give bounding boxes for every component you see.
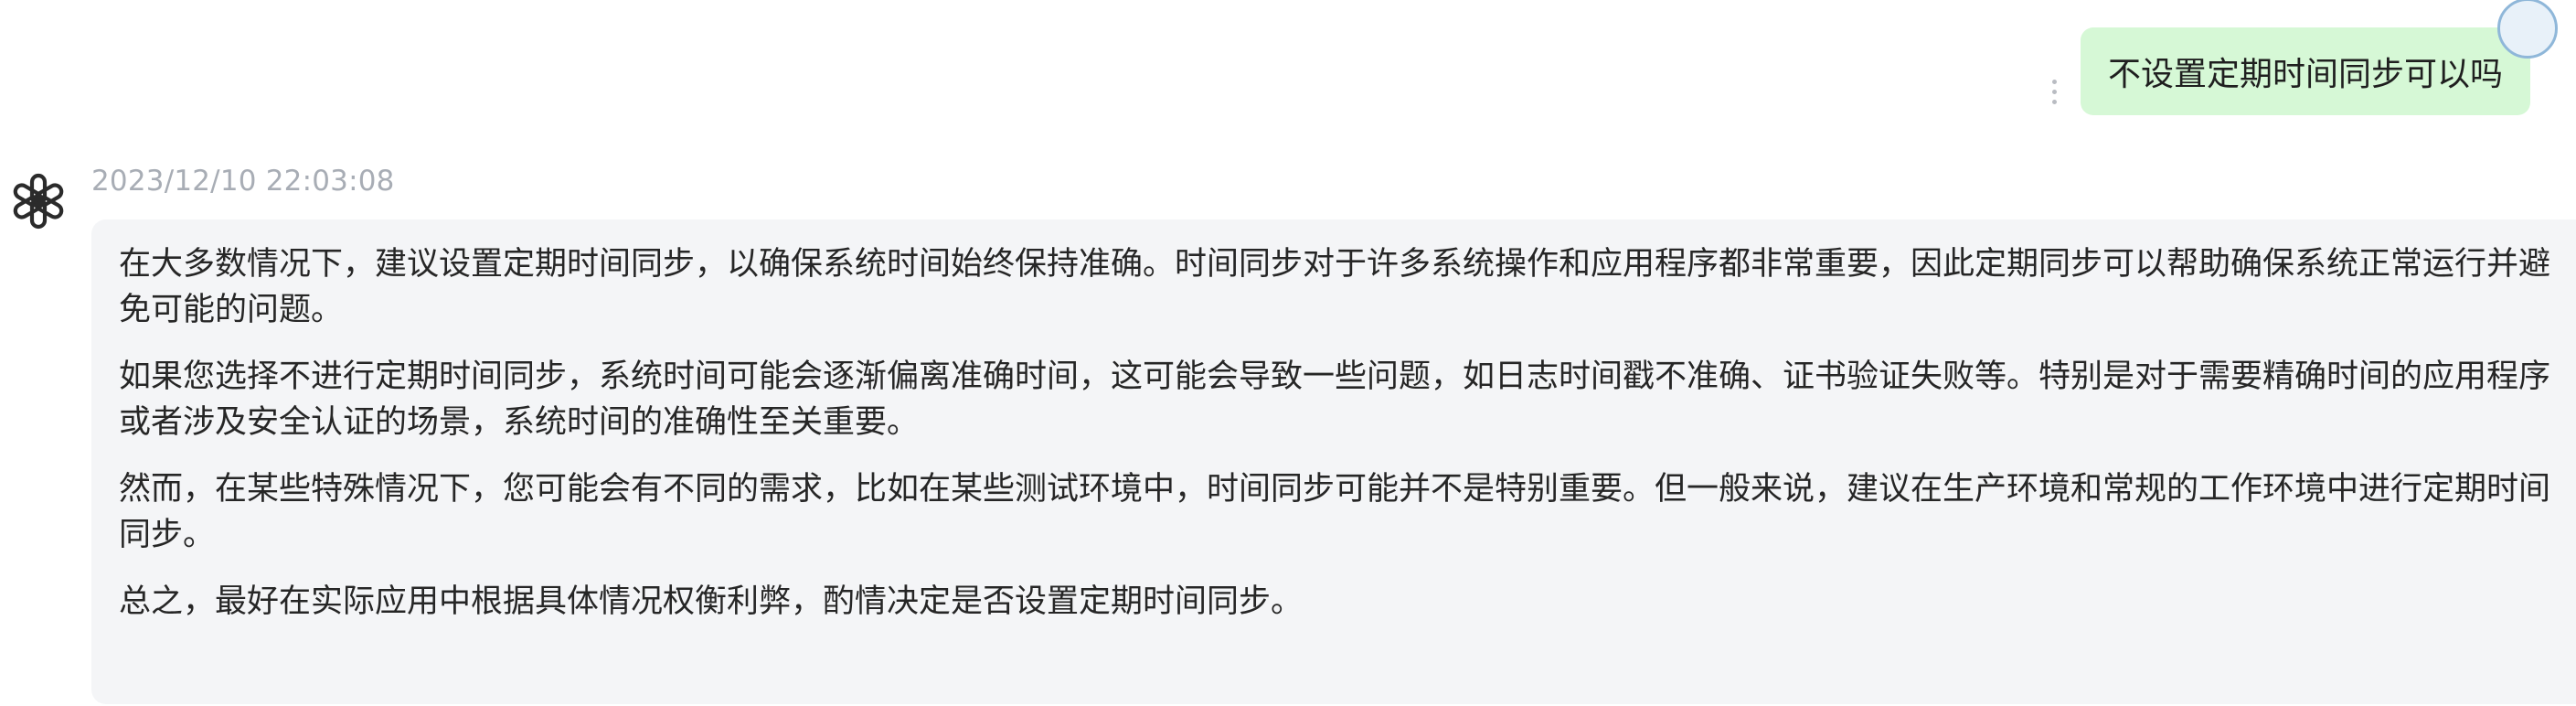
answer-paragraph: 然而，在某些特殊情况下，您可能会有不同的需求，比如在某些测试环境中，时间同步可能…: [119, 471, 2551, 553]
message-more-button[interactable]: [2037, 64, 2073, 119]
message-timestamp: 2023/12/10 22:03:08: [91, 165, 395, 198]
chat-view: 不设置定期时间同步可以吗 2023/12/10 22:03:08 在大多数情况下…: [0, 0, 2576, 706]
user-message-bubble: 不设置定期时间同步可以吗: [2080, 27, 2530, 115]
user-message-row: 不设置定期时间同步可以吗: [2037, 0, 2558, 119]
answer-paragraph: 总之，最好在实际应用中根据具体情况权衡利弊，酌情决定是否设置定期时间同步。: [119, 583, 1304, 620]
answer-paragraph: 如果您选择不进行定期时间同步，系统时间可能会逐渐偏离准确时间，这可能会导致一些问…: [119, 358, 2551, 441]
openai-logo-icon: [13, 173, 64, 230]
user-avatar[interactable]: [2497, 0, 2558, 59]
vertical-dots-icon: [2052, 79, 2058, 84]
assistant-message-bubble: 在大多数情况下，建议设置定期时间同步，以确保系统时间始终保持准确。时间同步对于许…: [91, 219, 2576, 704]
user-message-text: 不设置定期时间同步可以吗: [2107, 56, 2503, 93]
answer-paragraph: 在大多数情况下，建议设置定期时间同步，以确保系统时间始终保持准确。时间同步对于许…: [119, 246, 2551, 328]
